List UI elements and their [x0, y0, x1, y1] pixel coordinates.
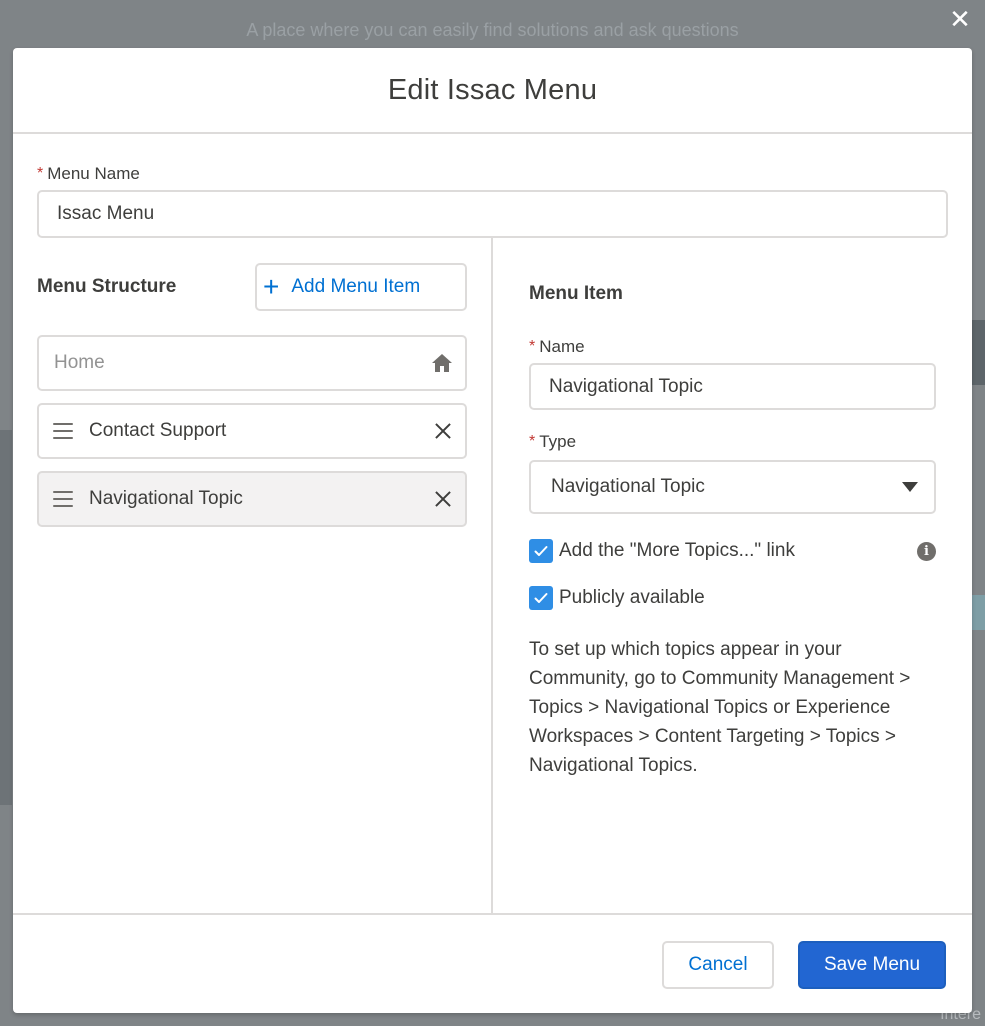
menu-name-label: * Menu Name [37, 164, 948, 184]
required-marker: * [529, 338, 536, 355]
item-type-field-group: * Type Navigational Topic [529, 432, 936, 514]
modal-body-columns: Menu Structure + Add Menu Item Home Cont… [13, 237, 972, 915]
item-type-label: * Type [529, 432, 936, 452]
menu-item-contact-support[interactable]: Contact Support [37, 403, 467, 459]
menu-item-title: Menu Item [529, 283, 623, 304]
item-type-selected-value: Navigational Topic [551, 476, 705, 497]
item-type-label-text: Type [539, 432, 577, 451]
item-type-select[interactable]: Navigational Topic [529, 460, 936, 514]
add-menu-item-label: Add Menu Item [291, 276, 421, 297]
chevron-down-icon [902, 482, 918, 492]
remove-icon[interactable] [433, 421, 453, 441]
menu-item-label: Contact Support [89, 420, 227, 441]
publicly-available-option: Publicly available [529, 585, 936, 611]
item-name-label: * Name [529, 337, 936, 357]
more-topics-option: Add the "More Topics..." link i [529, 538, 936, 564]
menu-name-input[interactable]: Issac Menu [37, 190, 948, 238]
info-icon[interactable]: i [917, 541, 936, 561]
menu-item-label: Home [54, 352, 105, 373]
column-divider [491, 237, 493, 915]
modal-title: Edit Issac Menu [387, 73, 598, 106]
menu-item-details-panel: Menu Item * Name Navigational Topic * Ty… [529, 283, 936, 780]
menu-structure-list: Home Contact Support Navigational Topic [37, 335, 467, 539]
drag-handle-icon[interactable] [53, 423, 73, 439]
menu-structure-header: Menu Structure + Add Menu Item [37, 263, 467, 311]
close-icon[interactable]: ✕ [947, 6, 973, 32]
backdrop-panel-right [971, 320, 985, 385]
save-menu-button[interactable]: Save Menu [798, 941, 946, 989]
menu-name-label-text: Menu Name [47, 164, 140, 183]
backdrop-panel-right-lower [971, 595, 985, 630]
required-marker: * [529, 433, 536, 450]
backdrop-panel-left [0, 430, 12, 805]
modal-header: Edit Issac Menu [13, 48, 972, 134]
cancel-button[interactable]: Cancel [662, 941, 774, 989]
publicly-available-label: Publicly available [559, 587, 705, 608]
item-name-label-text: Name [539, 337, 585, 356]
edit-menu-modal: Edit Issac Menu * Menu Name Issac Menu M… [13, 48, 972, 1013]
menu-name-field-group: * Menu Name Issac Menu [37, 164, 948, 238]
navigational-topics-help-text: To set up which topics appear in your Co… [529, 639, 911, 776]
remove-icon[interactable] [433, 489, 453, 509]
add-menu-item-button[interactable]: + Add Menu Item [255, 263, 467, 311]
required-marker: * [37, 165, 44, 182]
plus-icon: + [263, 271, 280, 302]
footer-divider [13, 913, 972, 915]
menu-item-navigational-topic[interactable]: Navigational Topic [37, 471, 467, 527]
more-topics-label: Add the "More Topics..." link [559, 540, 795, 561]
menu-structure-title: Menu Structure [37, 276, 177, 297]
more-topics-checkbox[interactable] [529, 539, 553, 563]
menu-item-home[interactable]: Home [37, 335, 467, 391]
menu-item-label: Navigational Topic [89, 488, 243, 509]
backdrop-tagline: A place where you can easily find soluti… [246, 20, 739, 40]
modal-footer: Cancel Save Menu [662, 941, 946, 989]
publicly-available-checkbox[interactable] [529, 586, 553, 610]
item-name-field-group: * Name Navigational Topic [529, 337, 936, 410]
home-icon [431, 353, 453, 373]
drag-handle-icon[interactable] [53, 491, 73, 507]
item-name-input[interactable]: Navigational Topic [529, 363, 936, 410]
